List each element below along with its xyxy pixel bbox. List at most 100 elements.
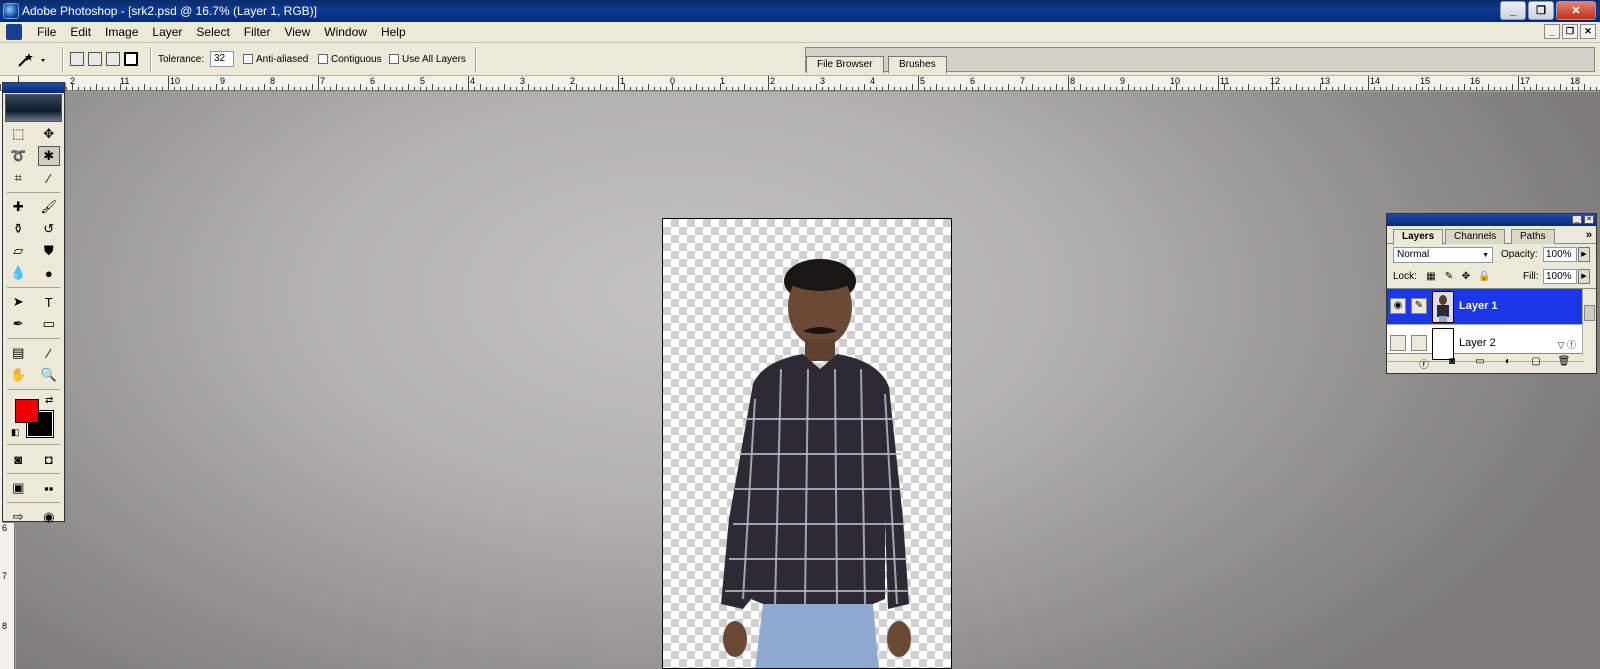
eye-icon[interactable]: ◉: [1390, 298, 1406, 314]
quick-mask-mode-icon[interactable]: ◘: [38, 449, 60, 469]
eye-hidden-icon[interactable]: [1390, 335, 1406, 351]
zoom-tool-icon[interactable]: 🔍: [38, 365, 60, 385]
lock-transparency-icon[interactable]: ▦: [1425, 271, 1437, 283]
slice-tool-icon[interactable]: ⁄: [38, 168, 60, 188]
imageready-icon[interactable]: ◉: [38, 507, 60, 527]
opacity-slider-icon[interactable]: ▶: [1578, 247, 1590, 262]
brush-tool-icon[interactable]: 🖌: [38, 197, 60, 217]
ruler-tick: [630, 87, 631, 90]
menu-window[interactable]: Window: [317, 25, 374, 39]
crop-tool-icon[interactable]: ⌗: [7, 168, 29, 188]
link-empty-icon[interactable]: [1411, 335, 1427, 351]
history-brush-icon[interactable]: ↺: [38, 219, 60, 239]
new-layer-icon[interactable]: ▢: [1529, 356, 1543, 369]
document-canvas[interactable]: [662, 218, 952, 669]
layers-palette-titlebar[interactable]: _ ✕: [1387, 214, 1596, 226]
standard-mode-icon[interactable]: ◙: [7, 449, 29, 469]
screen-mode-full-icon[interactable]: ▪▪: [38, 478, 60, 498]
close-button[interactable]: ✕: [1556, 1, 1596, 20]
layer-name[interactable]: Layer 1: [1459, 300, 1498, 312]
doc-minimize-button[interactable]: _: [1544, 24, 1560, 39]
delete-layer-icon[interactable]: 🗑: [1557, 356, 1571, 369]
brush-link-icon[interactable]: ✎: [1411, 298, 1427, 314]
menu-edit[interactable]: Edit: [63, 25, 98, 39]
tab-paths[interactable]: Paths: [1511, 229, 1555, 244]
adobe-online-logo[interactable]: [5, 94, 62, 122]
palette-close-button[interactable]: ✕: [1584, 215, 1594, 224]
blend-mode-select[interactable]: Normal ▼: [1393, 247, 1493, 263]
palette-menu-icon[interactable]: »: [1586, 229, 1592, 241]
notes-tool-icon[interactable]: ▤: [7, 343, 29, 363]
new-group-icon[interactable]: ▭: [1473, 356, 1487, 369]
minimize-button[interactable]: _: [1500, 1, 1526, 20]
toolbox-titlebar[interactable]: [3, 83, 64, 93]
type-tool-icon[interactable]: T: [38, 292, 60, 312]
menu-file[interactable]: File: [30, 25, 63, 39]
menu-filter[interactable]: Filter: [237, 25, 278, 39]
menu-select[interactable]: Select: [189, 25, 236, 39]
subtract-selection-icon[interactable]: [106, 52, 120, 66]
lasso-tool-icon[interactable]: ➰: [7, 146, 29, 166]
restore-button[interactable]: ❐: [1528, 1, 1554, 20]
ruler-number: 10: [1170, 76, 1181, 86]
tab-channels[interactable]: Channels: [1445, 229, 1506, 244]
layer-row-layer-1[interactable]: ◉ ✎ Layer 1: [1387, 289, 1584, 325]
tab-brushes[interactable]: Brushes: [888, 56, 947, 73]
eraser-tool-icon[interactable]: ▱: [7, 241, 29, 261]
intersect-selection-icon[interactable]: [124, 52, 138, 66]
magic-wand-tool-preset[interactable]: [10, 49, 54, 71]
new-selection-icon[interactable]: [70, 52, 84, 66]
ruler-number: 14: [1370, 76, 1381, 86]
shape-tool-icon[interactable]: ▭: [38, 314, 60, 334]
ruler-number: 8: [1070, 76, 1076, 86]
menu-view[interactable]: View: [277, 25, 317, 39]
swap-colors-icon[interactable]: ⇄: [45, 395, 53, 406]
eyedropper-tool-icon[interactable]: ⁄: [38, 343, 60, 363]
layer-list-scrollbar[interactable]: [1582, 289, 1596, 355]
path-selection-icon[interactable]: ➤: [7, 292, 29, 312]
menu-help[interactable]: Help: [374, 25, 413, 39]
marquee-tool-icon[interactable]: ⬚: [7, 124, 29, 144]
doc-restore-button[interactable]: ❐: [1562, 24, 1578, 39]
tab-layers[interactable]: Layers: [1393, 229, 1444, 245]
fill-input[interactable]: 100%: [1543, 269, 1577, 284]
opacity-input[interactable]: 100%: [1543, 247, 1577, 262]
screen-mode-standard-icon[interactable]: ▣: [7, 478, 29, 498]
add-to-selection-icon[interactable]: [88, 52, 102, 66]
fill-slider-icon[interactable]: ▶: [1578, 269, 1590, 284]
lock-image-icon[interactable]: ✎: [1443, 271, 1455, 283]
tab-file-browser[interactable]: File Browser: [806, 56, 884, 73]
menu-layer[interactable]: Layer: [145, 25, 189, 39]
anti-aliased-checkbox[interactable]: [243, 54, 253, 64]
add-mask-icon[interactable]: ◙: [1445, 356, 1459, 369]
new-adjustment-layer-icon[interactable]: ◐: [1501, 356, 1515, 369]
contiguous-checkbox[interactable]: [318, 54, 328, 64]
ruler-tick: [1560, 84, 1561, 90]
healing-brush-icon[interactable]: ✚: [7, 197, 29, 217]
add-layer-style-icon[interactable]: ⓕ: [1417, 356, 1431, 371]
horizontal-ruler: 2 11 10 9 8 7 6 5 4 3 2 1 0 1 2 3 4 5 6 7 8 9 10 11 12 13 14 15 16 17…: [0, 76, 1600, 91]
jump-to-imageready-icon[interactable]: ⇨: [7, 507, 29, 527]
use-all-layers-checkbox[interactable]: [389, 54, 399, 64]
document-icon[interactable]: [6, 24, 22, 40]
lock-position-icon[interactable]: ✥: [1460, 271, 1472, 283]
photoshop-app-icon[interactable]: [3, 3, 19, 19]
menu-image[interactable]: Image: [98, 25, 145, 39]
pen-tool-icon[interactable]: ✒: [7, 314, 29, 334]
doc-close-button[interactable]: ✕: [1580, 24, 1596, 39]
hand-tool-icon[interactable]: ✋: [7, 365, 29, 385]
lock-all-icon[interactable]: 🔒: [1478, 271, 1490, 283]
blur-tool-icon[interactable]: 💧: [7, 263, 29, 283]
default-colors-icon[interactable]: ◧: [11, 427, 20, 438]
palette-minimize-button[interactable]: _: [1572, 215, 1582, 224]
scrollbar-thumb[interactable]: [1584, 305, 1595, 321]
tolerance-input[interactable]: 32: [210, 51, 234, 67]
dodge-tool-icon[interactable]: ●: [38, 263, 60, 283]
clone-stamp-icon[interactable]: ⚱: [7, 219, 29, 239]
layer-name[interactable]: Layer 2: [1459, 337, 1496, 349]
move-tool-icon[interactable]: ✥: [38, 124, 60, 144]
magic-wand-tool-icon[interactable]: ✱: [37, 146, 60, 166]
layer-effects-icon[interactable]: ▽ ⓕ: [1558, 338, 1576, 351]
foreground-color-swatch[interactable]: [15, 399, 39, 423]
paint-bucket-icon[interactable]: ⛊: [38, 241, 60, 261]
